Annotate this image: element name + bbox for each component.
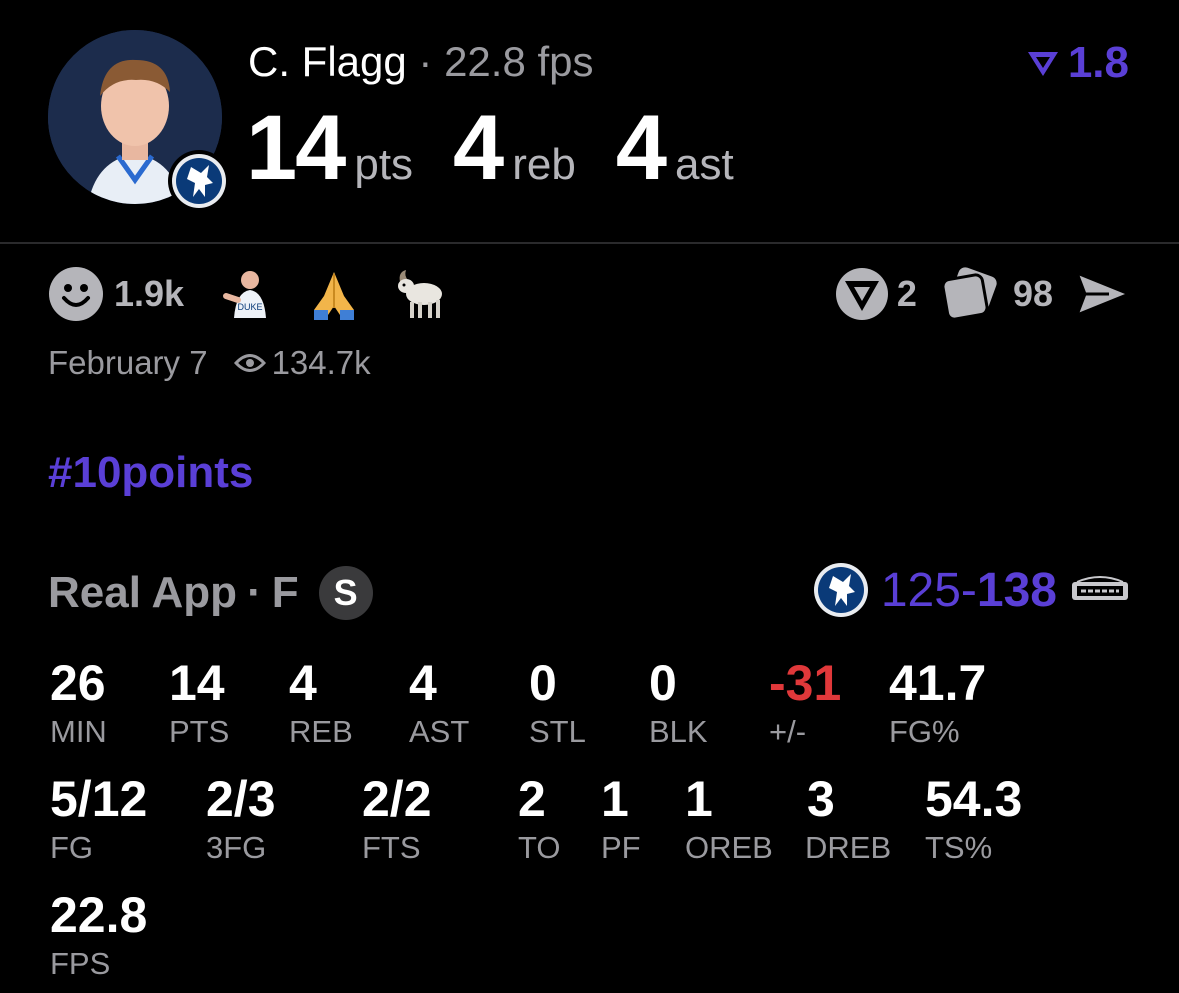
rating-value: 1.8: [1067, 38, 1129, 87]
stat-label: FPS: [50, 946, 111, 981]
team-logo-badge: [168, 150, 230, 212]
stat-label: FG%: [889, 714, 960, 749]
stat-value: 2/3: [206, 771, 276, 827]
player-fps: 22.8 fps: [444, 38, 594, 85]
spurs-logo-icon: [1072, 576, 1128, 600]
stat-min: 26 MIN: [50, 658, 107, 750]
stat-label: OREB: [685, 830, 773, 865]
post-meta: February 7 134.7k: [48, 344, 371, 382]
hashtag-link[interactable]: #10points: [48, 448, 253, 498]
player-name[interactable]: C. Flagg: [248, 38, 407, 85]
header-divider: [0, 242, 1179, 244]
praying-hands-icon[interactable]: [306, 266, 362, 322]
reactions-row: 1.9k DUKE: [48, 266, 478, 322]
stat-label: PF: [601, 830, 641, 865]
stat-pts: 14 PTS: [169, 658, 229, 750]
stat-label: FG: [50, 830, 94, 865]
stat-label: BLK: [649, 714, 708, 749]
stat-label: TO: [518, 830, 561, 865]
stat-value: 14: [169, 655, 225, 711]
stat-dreb: 3 DREB: [805, 774, 891, 866]
season-badge[interactable]: S: [318, 566, 373, 620]
reaction-count: 1.9k: [114, 273, 185, 314]
mavericks-logo-icon: [813, 563, 868, 617]
stat-fps: 22.8 FPS: [50, 890, 147, 982]
stat-value: 1: [601, 771, 629, 827]
stat-fts: 2/2 FTS: [362, 774, 432, 866]
game-source-row: Real App · F S: [48, 566, 373, 620]
separator-dot: ·: [418, 38, 433, 85]
player-line: C. Flagg · 22.8 fps: [248, 38, 594, 86]
player-reaction-icon[interactable]: DUKE: [220, 266, 276, 322]
post-date: February 7: [48, 344, 208, 381]
svg-text:DUKE: DUKE: [238, 302, 263, 312]
score-dash: -: [960, 563, 977, 617]
stat-value: 26: [50, 655, 106, 711]
actions-row: 2 98: [835, 266, 1131, 322]
stat-value: 4: [409, 655, 437, 711]
game-score: 125-138: [881, 563, 1057, 618]
stat-label: STL: [529, 714, 586, 749]
stat-value: 5/12: [50, 771, 148, 827]
stat-label: +/-: [769, 714, 807, 749]
headline-stats: 14 pts 4 reb 4 ast: [246, 96, 774, 201]
stat-label: DREB: [805, 830, 892, 865]
game-dot: ·: [247, 568, 262, 617]
share-send-icon[interactable]: [1075, 271, 1131, 317]
rating-badge[interactable]: 1.8: [1026, 38, 1129, 88]
assists-value: 4: [615, 97, 667, 199]
stat-fg-pct: 41.7 FG%: [889, 658, 986, 750]
stat-value: 0: [529, 655, 557, 711]
stat-value: 2: [518, 771, 546, 827]
stat-value: 3: [807, 771, 835, 827]
stat-value: 41.7: [889, 655, 987, 711]
cards-count: 98: [1012, 273, 1053, 314]
stat-value: -31: [769, 655, 842, 711]
stat-fg: 5/12 FG: [50, 774, 147, 866]
rebounds-label: reb: [512, 140, 576, 189]
stat-value: 1: [685, 771, 713, 827]
goat-icon[interactable]: [392, 266, 448, 322]
game-status: F: [271, 568, 299, 617]
stat-value: 0: [649, 655, 677, 711]
eye-icon: [233, 354, 266, 372]
stat-label: FTS: [362, 830, 421, 865]
game-source: Real App: [48, 568, 238, 617]
stat-3fg: 2/3 3FG: [206, 774, 276, 866]
stat-label: AST: [409, 714, 470, 749]
stat-reb: 4 REB: [289, 658, 353, 750]
views-count-group: 134.7k: [233, 344, 371, 382]
stat-ast: 4 AST: [409, 658, 469, 750]
mavericks-logo-icon: [172, 154, 226, 208]
smiley-reaction-icon[interactable]: [48, 266, 104, 322]
cards-icon[interactable]: [939, 267, 1005, 321]
stat-value: 22.8: [50, 887, 148, 943]
stat-value: 2/2: [362, 771, 432, 827]
comments-count: 2: [896, 273, 917, 314]
points-value: 14: [246, 97, 346, 199]
stat-oreb: 1 OREB: [685, 774, 773, 866]
stat-value: 54.3: [925, 771, 1023, 827]
views-count: 134.7k: [271, 344, 371, 381]
rebounds-value: 4: [453, 97, 504, 199]
stat-label: MIN: [50, 714, 107, 749]
real-rating-icon: [1027, 52, 1058, 76]
real-comment-icon[interactable]: [835, 267, 889, 321]
home-score: 125: [880, 563, 961, 617]
stat-plus-minus: -31 +/-: [769, 658, 841, 750]
stat-label: REB: [289, 714, 353, 749]
points-label: pts: [354, 140, 414, 189]
score-row[interactable]: 125-138: [813, 562, 1131, 618]
stat-label: 3FG: [206, 830, 267, 865]
stat-pf: 1 PF: [601, 774, 641, 866]
stat-label: TS%: [925, 830, 993, 865]
stat-ts-pct: 54.3 TS%: [925, 774, 1022, 866]
stat-value: 4: [289, 655, 317, 711]
assists-label: ast: [674, 140, 734, 189]
stat-stl: 0 STL: [529, 658, 586, 750]
stat-blk: 0 BLK: [649, 658, 708, 750]
stat-to: 2 TO: [518, 774, 561, 866]
away-score: 138: [976, 563, 1057, 617]
stat-label: PTS: [169, 714, 230, 749]
